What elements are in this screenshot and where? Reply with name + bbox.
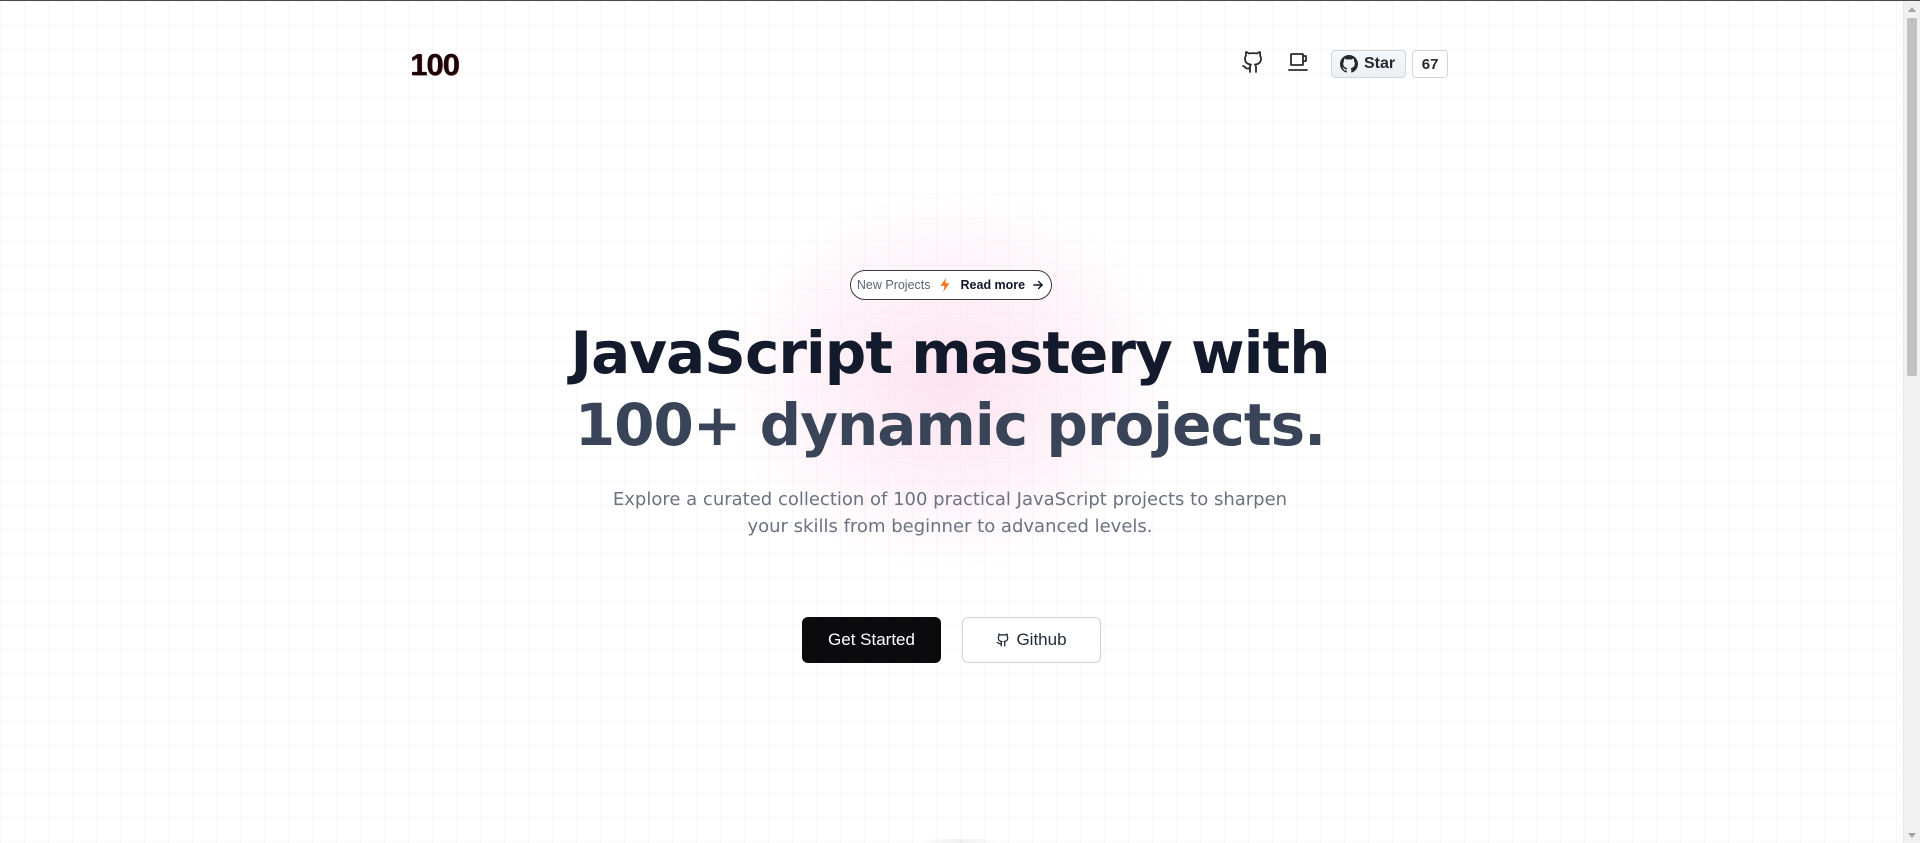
scrollbar-thumb[interactable]	[1907, 18, 1917, 376]
scroll-up-arrow-icon[interactable]	[1908, 7, 1916, 12]
coffee-cup-icon[interactable]	[1286, 49, 1312, 75]
headline-line-2: 100+ dynamic projects.	[574, 391, 1326, 459]
bottom-divider	[920, 839, 1000, 843]
github-mark-icon	[1340, 55, 1358, 73]
hero-headline: JavaScript mastery with 100+ dynamic pro…	[0, 317, 1900, 461]
site-logo[interactable]: 100	[410, 47, 460, 83]
scroll-down-arrow-icon[interactable]	[1908, 833, 1916, 838]
star-count[interactable]: 67	[1412, 50, 1449, 78]
headline-line-1: JavaScript mastery with	[570, 319, 1331, 387]
github-button[interactable]: Github	[962, 617, 1101, 663]
read-more-link[interactable]: Read more	[961, 278, 1026, 292]
announcement-pill[interactable]: New Projects Read more	[850, 270, 1052, 300]
github-button-label: Github	[1016, 630, 1067, 649]
star-label: Star	[1364, 55, 1396, 72]
star-button[interactable]: Star	[1331, 50, 1407, 78]
page-scrollbar[interactable]	[1903, 1, 1920, 843]
announcement-new-label: New Projects	[856, 278, 931, 292]
page: 100 Star 67 New Projects Read more JavaS…	[0, 0, 1920, 843]
get-started-button[interactable]: Get Started	[802, 617, 941, 663]
github-star-widget: Star 67	[1331, 49, 1449, 79]
hero-subtitle: Explore a curated collection of 100 prac…	[612, 489, 1288, 537]
github-icon[interactable]	[1240, 49, 1266, 75]
arrow-right-icon	[1033, 280, 1043, 290]
lightning-bolt-icon	[940, 278, 949, 292]
github-icon	[996, 633, 1009, 647]
